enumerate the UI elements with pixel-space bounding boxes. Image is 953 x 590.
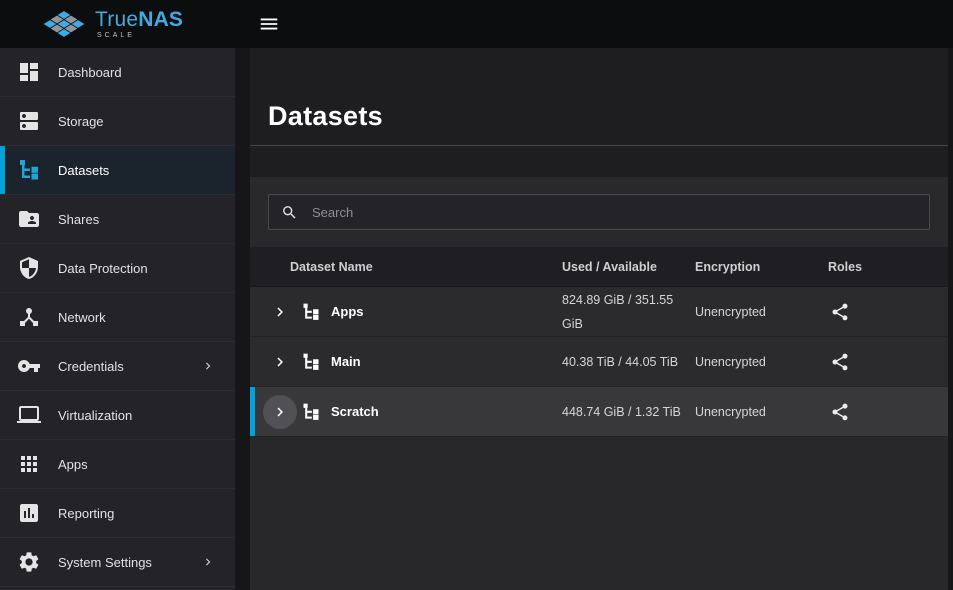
dataset-name: Apps — [331, 304, 364, 319]
search-icon — [281, 204, 298, 221]
chart-icon — [17, 501, 41, 525]
sidebar-item-label: Dashboard — [58, 65, 122, 80]
chevron-right-icon — [201, 359, 215, 373]
table-row-main[interactable]: Main 40.38 TiB / 44.05 TiBUnencrypted — [250, 337, 948, 387]
sidebar-item-label: Storage — [58, 114, 104, 129]
datasets-icon — [17, 158, 41, 182]
dataset-name-cell: Main — [250, 345, 562, 379]
share-icon[interactable] — [830, 352, 850, 372]
dataset-name: Main — [331, 354, 361, 369]
sidebar-item-label: System Settings — [58, 555, 152, 570]
column-header-dataset-name[interactable]: Dataset Name — [250, 260, 562, 274]
sidebar-item-label: Virtualization — [58, 408, 132, 423]
roles-cell — [828, 352, 948, 372]
page-header: Datasets — [250, 48, 948, 146]
column-header-used-available[interactable]: Used / Available — [562, 260, 695, 274]
search-box — [268, 194, 930, 230]
dataset-tree-icon — [301, 302, 321, 322]
truenas-logo[interactable]: TrueNAS SCALE — [0, 9, 235, 39]
row-expander-chevron-icon[interactable] — [263, 295, 297, 329]
apps-icon — [17, 452, 41, 476]
hamburger-menu-icon[interactable] — [257, 12, 281, 36]
table-header: Dataset Name Used / Available Encryption… — [250, 247, 948, 287]
encryption-cell: Unencrypted — [695, 405, 828, 419]
sidebar-item-network[interactable]: Network — [0, 293, 235, 342]
brand-name-light: True — [95, 8, 138, 31]
sidebar-item-label: Data Protection — [58, 261, 148, 276]
gear-icon — [17, 550, 41, 574]
sidebar-item-label: Network — [58, 310, 106, 325]
dashboard-icon — [17, 60, 41, 84]
search-section — [250, 177, 948, 247]
table-row-scratch[interactable]: Scratch 448.74 GiB / 1.32 TiBUnencrypted — [250, 387, 948, 437]
sidebar-item-apps[interactable]: Apps — [0, 440, 235, 489]
sidebar-item-reporting[interactable]: Reporting — [0, 489, 235, 538]
dataset-name-cell: Scratch — [250, 395, 562, 429]
shares-icon — [17, 207, 41, 231]
sidebar-item-system-settings[interactable]: System Settings — [0, 538, 235, 587]
laptop-icon — [17, 403, 41, 427]
sidebar-item-label: Shares — [58, 212, 99, 227]
brand-subtitle: SCALE — [95, 32, 183, 39]
dataset-tree-icon — [301, 402, 321, 422]
roles-cell — [828, 402, 948, 422]
content-area: Datasets Dataset Name Used / Available E… — [250, 48, 948, 590]
sidebar-item-shares[interactable]: Shares — [0, 195, 235, 244]
key-icon — [17, 354, 41, 378]
datasets-panel: Dataset Name Used / Available Encryption… — [250, 177, 948, 590]
column-header-encryption[interactable]: Encryption — [695, 260, 828, 274]
roles-cell — [828, 302, 948, 322]
page-title: Datasets — [268, 101, 383, 132]
storage-icon — [17, 109, 41, 133]
row-expander-chevron-icon[interactable] — [263, 395, 297, 429]
chevron-right-icon — [201, 555, 215, 569]
main-layout: Dashboard Storage Datasets Shares Data Prote… — [0, 48, 953, 590]
sidebar-item-credentials[interactable]: Credentials — [0, 342, 235, 391]
search-input[interactable] — [310, 204, 917, 221]
encryption-cell: Unencrypted — [695, 305, 828, 319]
table-body: Apps824.89 GiB / 351.55 GiBUnencryptedMa… — [250, 287, 948, 437]
sidebar-item-dashboard[interactable]: Dashboard — [0, 48, 235, 97]
sidebar-item-label: Datasets — [58, 163, 109, 178]
share-icon[interactable] — [830, 302, 850, 322]
used-available-cell: 448.74 GiB / 1.32 TiB — [562, 400, 695, 424]
top-bar: TrueNAS SCALE — [0, 0, 953, 48]
header-spacer — [250, 146, 948, 177]
row-expander-chevron-icon[interactable] — [263, 345, 297, 379]
dataset-name-cell: Apps — [250, 295, 562, 329]
used-available-cell: 824.89 GiB / 351.55 GiB — [562, 288, 695, 336]
sidebar: Dashboard Storage Datasets Shares Data Prote… — [0, 48, 235, 590]
sidebar-item-label: Credentials — [58, 359, 124, 374]
dataset-name: Scratch — [331, 404, 379, 419]
network-icon — [17, 305, 41, 329]
sidebar-item-data-protection[interactable]: Data Protection — [0, 244, 235, 293]
share-icon[interactable] — [830, 402, 850, 422]
encryption-cell: Unencrypted — [695, 355, 828, 369]
table-filler — [250, 437, 948, 590]
sidebar-item-label: Reporting — [58, 506, 114, 521]
column-header-roles[interactable]: Roles — [828, 260, 948, 274]
shield-icon — [17, 256, 41, 280]
brand-name: TrueNAS — [95, 9, 183, 30]
app-window: TrueNAS SCALE Dashboard Storage Datasets Sh… — [0, 0, 953, 590]
used-available-cell: 40.38 TiB / 44.05 TiB — [562, 350, 695, 374]
sidebar-item-virtualization[interactable]: Virtualization — [0, 391, 235, 440]
sidebar-item-storage[interactable]: Storage — [0, 97, 235, 146]
brand-text: TrueNAS SCALE — [95, 9, 183, 39]
sidebar-item-label: Apps — [58, 457, 88, 472]
dataset-tree-icon — [301, 352, 321, 372]
brand-name-bold: NAS — [138, 8, 183, 31]
table-row-apps[interactable]: Apps 824.89 GiB / 351.55 GiBUnencrypted — [250, 287, 948, 337]
sidebar-item-datasets[interactable]: Datasets — [0, 146, 235, 195]
truenas-logo-icon — [42, 9, 86, 39]
